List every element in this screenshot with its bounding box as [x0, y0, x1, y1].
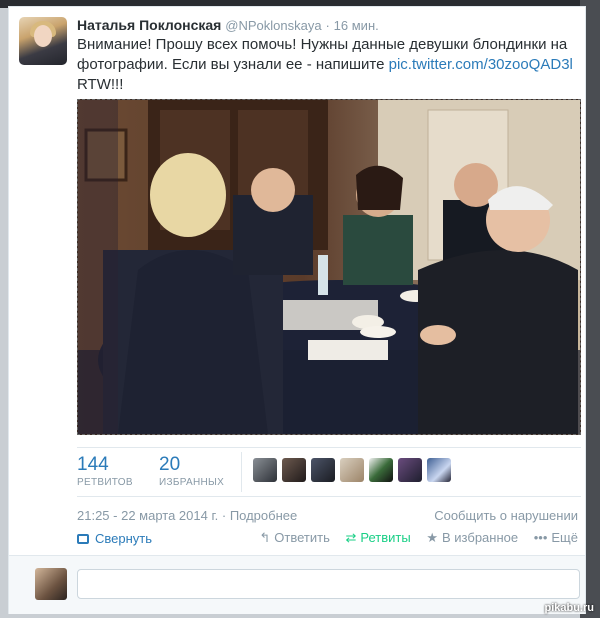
- tweet-card: Наталья Поклонская @NPoklonskaya · 16 ми…: [8, 6, 586, 614]
- retweet-icon: ⇄: [345, 530, 357, 545]
- retweet-label: Ретвиты: [360, 530, 411, 545]
- ellipsis-icon: •••: [533, 530, 548, 545]
- tweet-photo-link[interactable]: pic.twitter.com/30zooQAD3l: [389, 56, 573, 73]
- tweet-timestamp[interactable]: 21:25 - 22 марта 2014 г.: [77, 508, 218, 523]
- tweet-actions: ↰ Ответить ⇄ Ретвиты ★ В избранное ••• Ещё: [247, 530, 578, 546]
- favorite-button[interactable]: ★ В избранное: [426, 530, 518, 545]
- retweets-count: 144: [77, 454, 109, 475]
- author-avatar[interactable]: [19, 17, 67, 65]
- collapse-icon: [77, 534, 89, 544]
- retweeter-avatar[interactable]: [253, 458, 277, 482]
- author-name[interactable]: Наталья Поклонская: [77, 17, 221, 33]
- favorites-label: ИЗБРАННЫХ: [159, 477, 225, 488]
- photo-image: [78, 100, 580, 434]
- current-user-avatar: [35, 568, 67, 600]
- tweet-photo[interactable]: [77, 99, 581, 435]
- tweet-time[interactable]: 16 мин.: [334, 18, 379, 33]
- reply-label: Ответить: [274, 530, 330, 545]
- retweeter-avatar[interactable]: [427, 458, 451, 482]
- reply-button[interactable]: ↰ Ответить: [259, 530, 329, 545]
- favorites-stat[interactable]: 20 ИЗБРАННЫХ: [159, 454, 224, 488]
- retweeter-avatar[interactable]: [311, 458, 335, 482]
- collapse-label: Свернуть: [95, 531, 153, 546]
- tweet-header: Наталья Поклонская @NPoklonskaya · 16 ми…: [77, 17, 379, 33]
- header-separator: ·: [325, 18, 330, 33]
- retweeter-avatar[interactable]: [398, 458, 422, 482]
- more-button[interactable]: ••• Ещё: [534, 530, 578, 545]
- collapse-button[interactable]: Свернуть: [77, 531, 152, 546]
- retweeter-avatar[interactable]: [340, 458, 364, 482]
- retweets-label: РЕТВИТОВ: [77, 477, 133, 488]
- more-label: Ещё: [551, 530, 578, 545]
- meta-separator: ·: [221, 508, 227, 523]
- tweet-stats: 144 РЕТВИТОВ 20 ИЗБРАННЫХ: [77, 447, 581, 497]
- retweeter-avatar[interactable]: [282, 458, 306, 482]
- tweet-text: Внимание! Прошу всех помочь! Нужны данны…: [77, 35, 577, 95]
- details-link[interactable]: Подробнее: [230, 508, 297, 523]
- tweet-meta: 21:25 - 22 марта 2014 г. · Подробнее: [77, 508, 297, 523]
- star-icon: ★: [426, 530, 439, 545]
- author-handle[interactable]: @NPoklonskaya: [225, 18, 321, 33]
- favorite-label: В избранное: [442, 530, 519, 545]
- watermark: pikabu.ru: [544, 602, 594, 614]
- retweets-stat[interactable]: 144 РЕТВИТОВ: [77, 454, 133, 488]
- stats-divider: [241, 452, 242, 492]
- retweeter-avatar[interactable]: [369, 458, 393, 482]
- retweet-button[interactable]: ⇄ Ретвиты: [346, 530, 411, 545]
- report-link[interactable]: Сообщить о нарушении: [434, 508, 578, 523]
- reply-box: [9, 555, 585, 614]
- tweet-body-end: RTW!!!: [77, 76, 124, 93]
- reply-input[interactable]: [77, 569, 580, 599]
- reply-arrow-icon: ↰: [259, 530, 271, 545]
- favorites-count: 20: [159, 454, 181, 475]
